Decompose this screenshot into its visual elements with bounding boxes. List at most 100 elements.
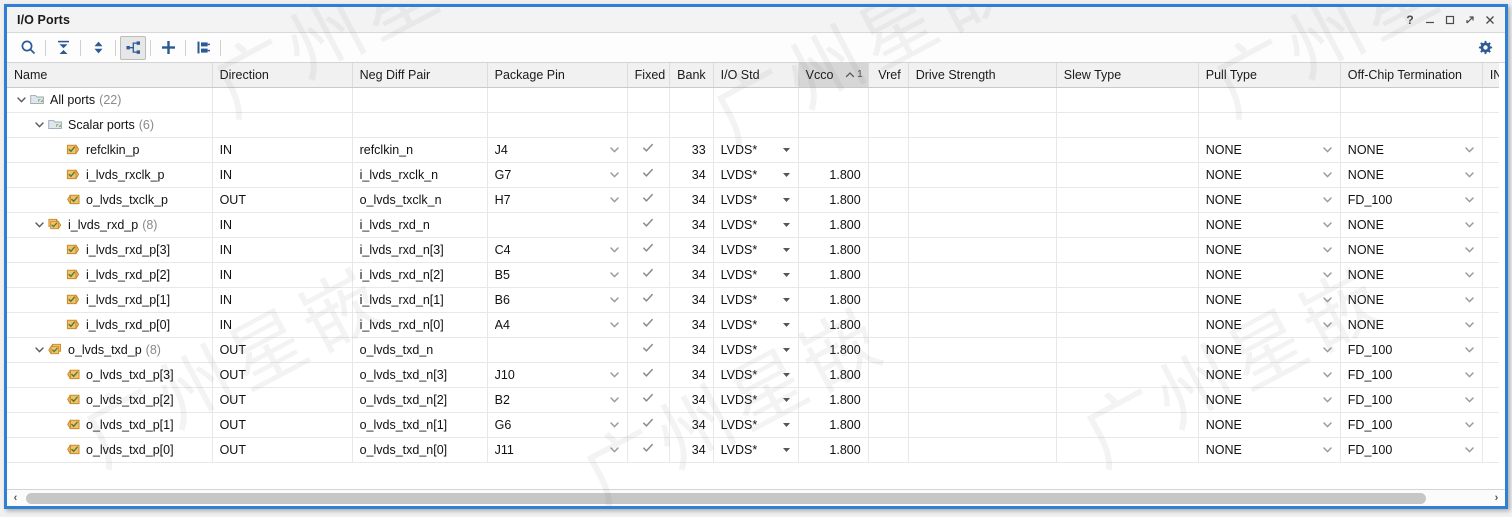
cell-slew-type[interactable] — [1056, 287, 1198, 312]
chevron-down-icon[interactable] — [609, 194, 620, 205]
chevron-down-icon[interactable] — [1322, 219, 1333, 230]
column-header-vref[interactable]: Vref — [868, 63, 908, 87]
cell-vcco[interactable]: 1.800 — [798, 312, 868, 337]
chevron-down-icon[interactable] — [1322, 294, 1333, 305]
cell-name[interactable]: o_lvds_txclk_p — [7, 187, 212, 212]
dropdown-triangle-icon[interactable] — [782, 195, 791, 204]
cell-vref[interactable] — [868, 212, 908, 237]
close-button[interactable] — [1481, 10, 1499, 30]
cell-off-chip-termination[interactable] — [1340, 87, 1482, 112]
cell-drive-strength[interactable] — [908, 237, 1056, 262]
cell-io-std[interactable]: LVDS* — [713, 262, 798, 287]
cell-io-std[interactable]: LVDS* — [713, 337, 798, 362]
cell-bank[interactable]: 34 — [669, 412, 713, 437]
checkmark-icon[interactable] — [642, 442, 654, 457]
cell-drive-strength[interactable] — [908, 137, 1056, 162]
checkmark-icon[interactable] — [642, 392, 654, 407]
dropdown-triangle-icon[interactable] — [782, 170, 791, 179]
cell-slew-type[interactable] — [1056, 262, 1198, 287]
chevron-down-icon[interactable] — [1464, 144, 1475, 155]
column-header-pull_type[interactable]: Pull Type — [1198, 63, 1340, 87]
scrollbar-thumb[interactable] — [26, 493, 1426, 504]
table-row[interactable]: o_lvds_txd_p[2]OUTo_lvds_txd_n[2]B234LVD… — [7, 387, 1505, 412]
table-row[interactable]: i_lvds_rxclk_pINi_lvds_rxclk_nG734LVDS*1… — [7, 162, 1505, 187]
checkmark-icon[interactable] — [642, 417, 654, 432]
cell-name[interactable]: Scalar ports(6) — [7, 112, 212, 137]
cell-fixed[interactable] — [627, 437, 669, 462]
auto-assign-icon[interactable] — [190, 36, 216, 60]
cell-off-chip-termination[interactable]: FD_100 — [1340, 362, 1482, 387]
cell-vref[interactable] — [868, 412, 908, 437]
cell-name[interactable]: i_lvds_rxd_p(8) — [7, 212, 212, 237]
chevron-down-icon[interactable] — [609, 294, 620, 305]
minimize-button[interactable] — [1421, 10, 1439, 30]
cell-slew-type[interactable] — [1056, 137, 1198, 162]
cell-neg-diff-pair[interactable]: i_lvds_rxd_n[3] — [352, 237, 487, 262]
cell-bank[interactable]: 34 — [669, 262, 713, 287]
cell-slew-type[interactable] — [1056, 87, 1198, 112]
chevron-down-icon[interactable] — [1322, 419, 1333, 430]
cell-pull-type[interactable]: NONE — [1198, 212, 1340, 237]
chevron-down-icon[interactable] — [1322, 444, 1333, 455]
cell-drive-strength[interactable] — [908, 112, 1056, 137]
cell-vref[interactable] — [868, 187, 908, 212]
cell-pull-type[interactable]: NONE — [1198, 437, 1340, 462]
cell-fixed[interactable] — [627, 387, 669, 412]
cell-pull-type[interactable] — [1198, 112, 1340, 137]
cell-drive-strength[interactable] — [908, 262, 1056, 287]
cell-fixed[interactable] — [627, 412, 669, 437]
cell-pull-type[interactable]: NONE — [1198, 237, 1340, 262]
column-header-neg_diff_pair[interactable]: Neg Diff Pair — [352, 63, 487, 87]
cell-direction[interactable]: IN — [212, 287, 352, 312]
cell-io-std[interactable]: LVDS* — [713, 137, 798, 162]
cell-drive-strength[interactable] — [908, 312, 1056, 337]
cell-off-chip-termination[interactable]: FD_100 — [1340, 437, 1482, 462]
chevron-down-icon[interactable] — [609, 444, 620, 455]
cell-bank[interactable]: 34 — [669, 387, 713, 412]
cell-package-pin[interactable] — [487, 212, 627, 237]
cell-bank[interactable] — [669, 87, 713, 112]
chevron-down-icon[interactable] — [1464, 369, 1475, 380]
cell-io-std[interactable]: LVDS* — [713, 212, 798, 237]
cell-off-chip-termination[interactable]: FD_100 — [1340, 387, 1482, 412]
cell-off-chip-termination[interactable]: NONE — [1340, 287, 1482, 312]
cell-direction[interactable] — [212, 87, 352, 112]
cell-name[interactable]: o_lvds_txd_p[0] — [7, 437, 212, 462]
cell-package-pin[interactable]: J10 — [487, 362, 627, 387]
cell-package-pin[interactable] — [487, 337, 627, 362]
checkmark-icon[interactable] — [642, 367, 654, 382]
cell-io-std[interactable]: LVDS* — [713, 437, 798, 462]
checkmark-icon[interactable] — [642, 267, 654, 282]
add-icon[interactable] — [155, 36, 181, 60]
chevron-down-icon[interactable] — [1322, 344, 1333, 355]
chevron-down-icon[interactable] — [1464, 169, 1475, 180]
cell-vcco[interactable]: 1.800 — [798, 337, 868, 362]
cell-slew-type[interactable] — [1056, 112, 1198, 137]
column-header-off_chip_termination[interactable]: Off-Chip Termination — [1340, 63, 1482, 87]
gear-icon[interactable] — [1473, 36, 1497, 60]
table-row[interactable]: o_lvds_txd_p[1]OUTo_lvds_txd_n[1]G634LVD… — [7, 412, 1505, 437]
cell-package-pin[interactable]: J11 — [487, 437, 627, 462]
chevron-down-icon[interactable] — [609, 269, 620, 280]
checkmark-icon[interactable] — [642, 292, 654, 307]
chevron-down-icon[interactable] — [1464, 394, 1475, 405]
cell-name[interactable]: o_lvds_txd_p(8) — [7, 337, 212, 362]
checkmark-icon[interactable] — [642, 192, 654, 207]
cell-fixed[interactable] — [627, 237, 669, 262]
cell-direction[interactable]: OUT — [212, 387, 352, 412]
dropdown-triangle-icon[interactable] — [782, 420, 791, 429]
cell-slew-type[interactable] — [1056, 337, 1198, 362]
checkmark-icon[interactable] — [642, 167, 654, 182]
chevron-down-icon[interactable] — [1464, 244, 1475, 255]
cell-bank[interactable]: 34 — [669, 187, 713, 212]
chevron-down-icon[interactable] — [1322, 319, 1333, 330]
cell-drive-strength[interactable] — [908, 287, 1056, 312]
checkmark-icon[interactable] — [642, 317, 654, 332]
cell-neg-diff-pair[interactable]: refclkin_n — [352, 137, 487, 162]
dropdown-triangle-icon[interactable] — [782, 445, 791, 454]
cell-pull-type[interactable]: NONE — [1198, 412, 1340, 437]
cell-slew-type[interactable] — [1056, 362, 1198, 387]
cell-direction[interactable]: IN — [212, 212, 352, 237]
cell-io-std[interactable] — [713, 87, 798, 112]
scrollbar-track[interactable] — [24, 491, 1488, 506]
